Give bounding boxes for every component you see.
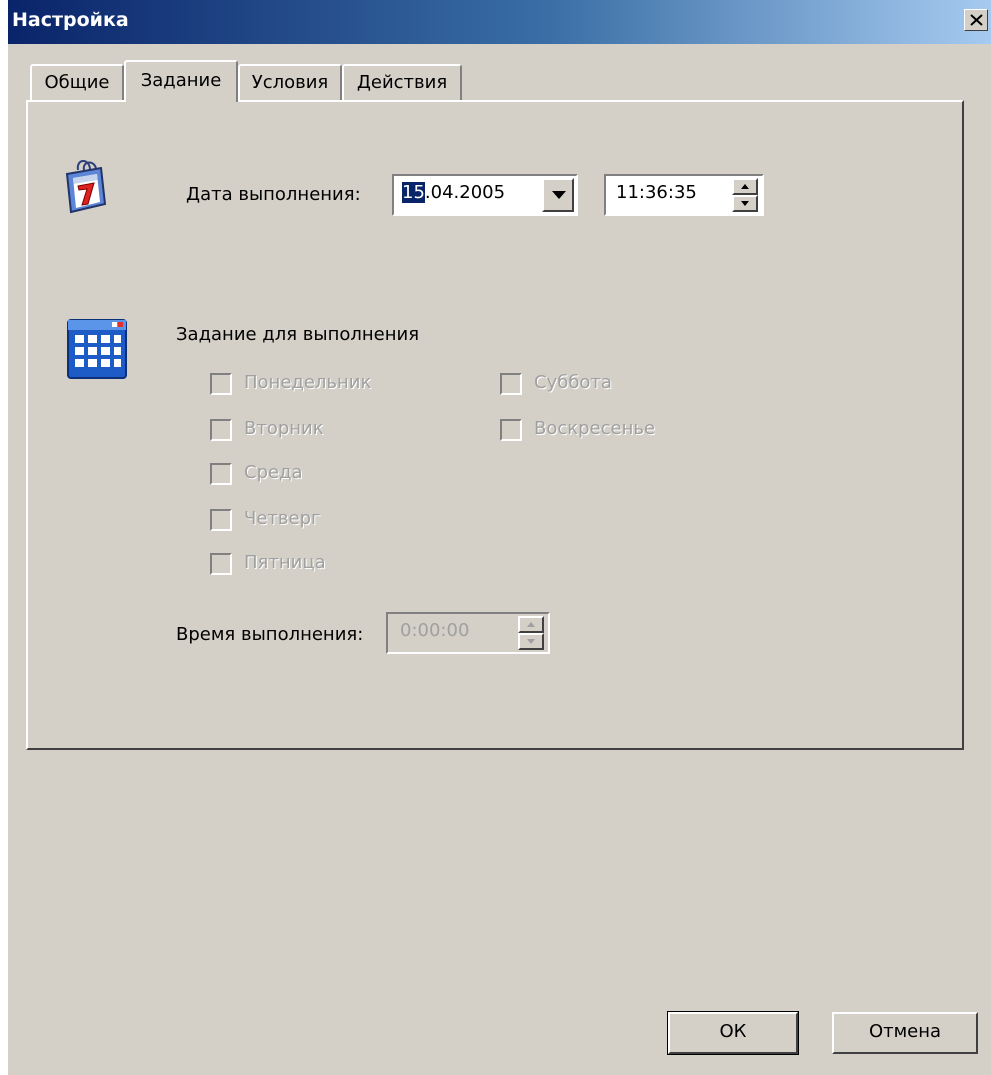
tab-label: Общие — [44, 72, 110, 93]
checkbox-box[interactable] — [500, 419, 522, 441]
tab-actions[interactable]: Действия — [342, 64, 462, 102]
checkbox-box[interactable] — [210, 419, 232, 441]
tab-label: Условия — [251, 72, 329, 93]
ok-button[interactable]: ОК — [667, 1011, 799, 1055]
spin-up-icon — [741, 184, 749, 189]
settings-window: Настройка Общие Задание Условия Действия — [8, 0, 991, 1075]
checkbox-label: Среда — [244, 462, 303, 483]
title-bar[interactable]: Настройка — [8, 0, 991, 44]
date-remainder: .04.2005 — [424, 182, 506, 203]
time-value[interactable]: 11:36:35 — [616, 182, 697, 203]
checkbox-box[interactable] — [210, 463, 232, 485]
checkbox-box[interactable] — [210, 553, 232, 575]
checkbox-label: Пятница — [244, 552, 326, 573]
schedule-grid-icon — [66, 316, 132, 384]
execution-time-field[interactable]: 0:00:00 — [386, 612, 550, 654]
tab-general[interactable]: Общие — [30, 64, 124, 102]
dropdown-arrow-icon — [552, 191, 566, 199]
date-picker[interactable]: 15.04.2005 — [392, 174, 578, 216]
schedule-heading: Задание для выполнения — [176, 324, 420, 345]
checkbox-label: Четверг — [244, 508, 321, 529]
execution-time-label: Время выполнения: — [176, 624, 364, 645]
time-picker[interactable]: 11:36:35 — [604, 174, 764, 216]
tab-label: Действия — [356, 72, 448, 93]
calendar-7-icon — [64, 158, 108, 214]
checkbox-label: Суббота — [534, 372, 612, 393]
cancel-button[interactable]: Отмена — [832, 1012, 978, 1054]
spin-up-icon — [527, 622, 535, 627]
close-button[interactable] — [964, 9, 988, 31]
checkbox-box[interactable] — [210, 373, 232, 395]
date-dropdown-button[interactable] — [542, 178, 574, 212]
window-title: Настройка — [12, 9, 129, 31]
time-spin-up-button[interactable] — [732, 178, 758, 195]
time-spin-down-button[interactable] — [732, 195, 758, 212]
checkbox-label: Воскресенье — [534, 418, 656, 439]
execution-time-value: 0:00:00 — [400, 620, 470, 641]
tab-label: Задание — [140, 70, 222, 91]
date-value: 15.04.2005 — [402, 182, 505, 203]
checkbox-label: Вторник — [244, 418, 324, 439]
execution-time-spin-up[interactable] — [518, 616, 544, 633]
tab-conditions[interactable]: Условия — [238, 64, 342, 102]
spin-down-icon — [527, 639, 535, 644]
checkbox-label: Понедельник — [244, 372, 372, 393]
date-day-selected: 15 — [402, 182, 425, 203]
execution-time-spin-down[interactable] — [518, 633, 544, 650]
close-icon — [970, 14, 983, 26]
checkbox-box[interactable] — [210, 509, 232, 531]
execution-date-label: Дата выполнения: — [186, 184, 361, 205]
tab-task[interactable]: Задание — [124, 60, 238, 102]
checkbox-box[interactable] — [500, 373, 522, 395]
spin-down-icon — [741, 201, 749, 206]
